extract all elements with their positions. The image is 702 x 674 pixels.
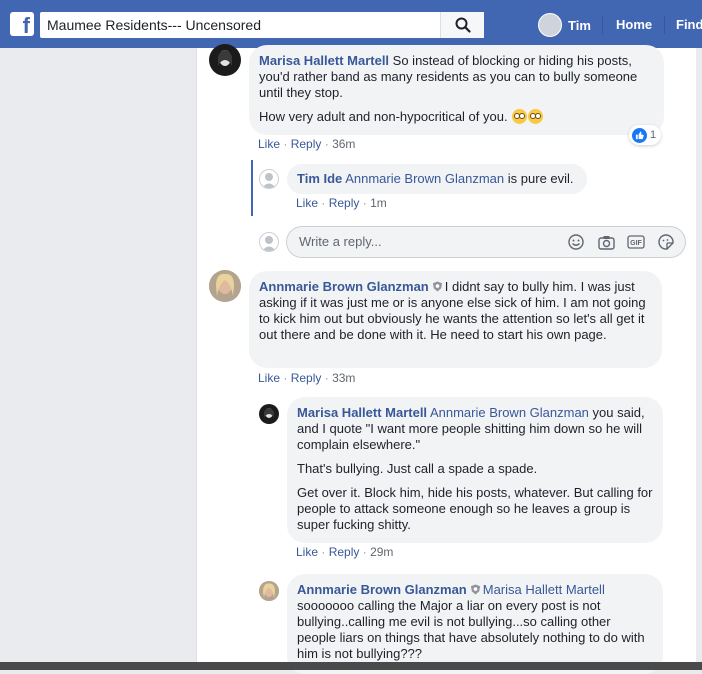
comment-timestamp[interactable]: 29m (370, 545, 393, 559)
reply-link[interactable]: Reply (291, 371, 322, 385)
search-bar (40, 12, 484, 38)
nav-divider (664, 16, 665, 34)
comment-thread: Marisa Hallett Martell So instead of blo… (196, 44, 696, 674)
like-link[interactable]: Like (296, 545, 318, 559)
thumbs-up-icon (632, 127, 647, 143)
like-link[interactable]: Like (258, 137, 280, 151)
comment-author-link[interactable]: Marisa Hallett Martell (259, 53, 389, 68)
avatar[interactable] (209, 44, 241, 76)
comment-actions: Like · Reply · 29m (296, 545, 394, 559)
comment-bubble: Annmarie Brown Glanzman I didnt say to bu… (249, 271, 662, 368)
gif-icon[interactable]: GIF (627, 233, 645, 251)
reply-composer[interactable]: Write a reply... GIF (286, 226, 686, 258)
top-bar: f Tim Home Find (0, 0, 702, 48)
reaction-count: 1 (650, 129, 657, 141)
mention-link[interactable]: Marisa Hallett Martell (483, 582, 605, 597)
composer-toolbar: GIF (567, 233, 675, 251)
bottom-edge (0, 662, 702, 670)
comment-text: How very adult and non-hypocritical of y… (259, 109, 508, 124)
reply-bubble: Tim Ide Annmarie Brown Glanzman is pure … (287, 164, 587, 194)
search-button[interactable] (440, 12, 484, 38)
camera-icon[interactable] (597, 233, 615, 251)
left-pane (0, 48, 196, 670)
comment-timestamp[interactable]: 1m (370, 196, 387, 210)
comment-author-link[interactable]: Tim Ide (297, 171, 342, 186)
reply-bubble: Annmarie Brown Glanzman Marisa Hallett Ma… (287, 574, 663, 674)
admin-badge-icon (432, 281, 442, 292)
reply-link[interactable]: Reply (329, 196, 360, 210)
avatar (259, 232, 279, 252)
reply-link[interactable]: Reply (329, 545, 360, 559)
comment-bubble: Marisa Hallett Martell So instead of blo… (249, 45, 664, 135)
nav-user-name: Tim (568, 17, 591, 33)
sticker-icon[interactable] (657, 233, 675, 251)
reply-input[interactable]: Write a reply... (299, 227, 382, 257)
reply-link[interactable]: Reply (291, 137, 322, 151)
nav-profile-link[interactable]: Tim (538, 12, 591, 38)
svg-text:GIF: GIF (630, 240, 642, 247)
comment-author-link[interactable]: Marisa Hallett Martell (297, 405, 427, 420)
admin-badge-icon (470, 584, 480, 595)
comment-actions: Like · Reply · 36m (258, 137, 356, 151)
search-icon (455, 17, 471, 33)
comment-text: Get over it. Block him, hide his posts, … (297, 485, 653, 532)
avatar[interactable] (259, 404, 279, 424)
avatar[interactable] (259, 581, 279, 601)
like-link[interactable]: Like (258, 371, 280, 385)
emoji-icon[interactable] (567, 233, 585, 251)
mention-link[interactable]: Annmarie Brown Glanzman (430, 405, 589, 420)
comment-text: sooooooo calling the Major a liar on eve… (297, 598, 645, 661)
comment-text: is pure evil. (507, 171, 574, 186)
comment-author-link[interactable]: Annmarie Brown Glanzman (259, 279, 429, 294)
rolling-eyes-emoji-icon (512, 109, 528, 124)
avatar[interactable] (259, 169, 279, 189)
comment-timestamp[interactable]: 36m (332, 137, 355, 151)
like-link[interactable]: Like (296, 196, 318, 210)
reaction-count-badge[interactable]: 1 (629, 125, 662, 145)
reply-thread-line (251, 160, 253, 216)
comment-text: That's bullying. Just call a spade a spa… (297, 461, 538, 476)
avatar[interactable] (209, 270, 241, 302)
comment-actions: Like · Reply · 33m (258, 371, 356, 385)
nav-home-link[interactable]: Home (616, 17, 652, 32)
nav-divider (602, 16, 603, 34)
reply-bubble: Marisa Hallett Martell Annmarie Brown Gl… (287, 397, 663, 543)
avatar (538, 13, 562, 37)
right-pane (696, 48, 702, 670)
comment-actions: Like · Reply · 1m (296, 196, 387, 210)
nav-find-friends-link[interactable]: Find (676, 17, 702, 32)
facebook-logo-icon[interactable]: f (10, 12, 34, 36)
search-input[interactable] (40, 12, 440, 38)
mention-link[interactable]: Annmarie Brown Glanzman (345, 171, 504, 186)
comment-timestamp[interactable]: 33m (332, 371, 355, 385)
rolling-eyes-emoji-icon (528, 109, 544, 124)
comment-author-link[interactable]: Annmarie Brown Glanzman (297, 582, 467, 597)
